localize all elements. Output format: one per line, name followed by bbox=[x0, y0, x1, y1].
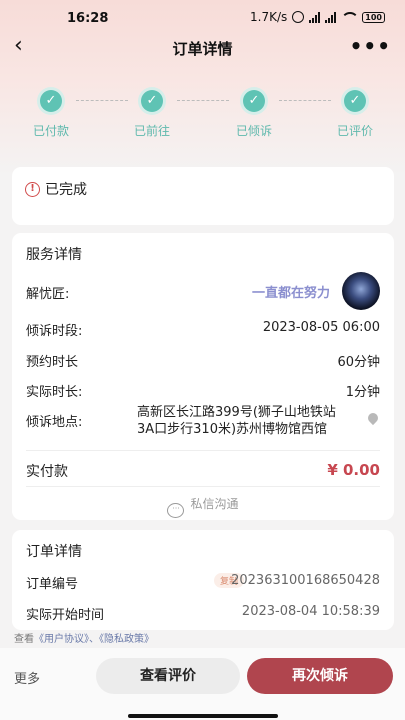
order-number-label: 订单编号 bbox=[26, 577, 79, 592]
more-button[interactable]: 更多 bbox=[14, 668, 40, 687]
agreement-separator: 、 bbox=[89, 634, 99, 645]
network-speed: 1.7K/s bbox=[250, 10, 288, 24]
page-title: 订单详情 bbox=[172, 40, 233, 58]
order-details-card: 订单详情 订单编号 复制 202363100168650428 实际开始时间 2… bbox=[12, 530, 394, 630]
step-label: 已付款 bbox=[32, 124, 69, 138]
status-icons: 1.7K/s 100 bbox=[250, 10, 385, 24]
time-value: 2023-08-05 06:00 bbox=[262, 320, 380, 335]
step-label: 已评价 bbox=[336, 124, 373, 138]
private-message-button[interactable]: ··· 私信沟通 bbox=[12, 495, 394, 518]
alert-icon: ! bbox=[25, 181, 40, 197]
check-icon: ✓ bbox=[141, 90, 163, 112]
check-icon: ✓ bbox=[40, 90, 62, 112]
signal-icon bbox=[325, 11, 337, 23]
chat-bubble-icon: ··· bbox=[167, 503, 185, 518]
start-time-value: 2023-08-04 10:58:39 bbox=[241, 604, 380, 619]
battery-icon: 100 bbox=[362, 11, 385, 23]
time-label: 倾诉时段: bbox=[26, 324, 83, 339]
step-reviewed: ✓ 已评价 bbox=[320, 90, 390, 139]
helper-label: 解忧匠: bbox=[26, 287, 70, 302]
view-review-button[interactable]: 查看评价 bbox=[96, 658, 240, 694]
status-bar: 16:28 1.7K/s 100 bbox=[0, 0, 405, 34]
check-icon: ✓ bbox=[243, 90, 265, 112]
step-label: 已倾诉 bbox=[235, 124, 272, 138]
chat-label: 私信沟通 bbox=[190, 497, 239, 511]
agreement-prefix: 查看 bbox=[14, 634, 34, 645]
step-arrived: ✓ 已前往 bbox=[117, 90, 187, 139]
check-icon: ✓ bbox=[344, 90, 366, 112]
booked-duration-label: 预约时长 bbox=[26, 355, 79, 370]
helper-name[interactable]: 一直都在努力 bbox=[252, 282, 330, 301]
section-title: 服务详情 bbox=[26, 247, 82, 263]
divider bbox=[26, 486, 380, 487]
home-indicator[interactable] bbox=[128, 714, 278, 718]
agreement-links: 查看《用户协议》、《隐私政策》 bbox=[14, 630, 154, 645]
location-pin-icon[interactable] bbox=[365, 410, 381, 426]
actual-duration-value: 1分钟 bbox=[345, 385, 380, 400]
talk-again-button[interactable]: 再次倾诉 bbox=[247, 658, 393, 694]
service-details-card: 服务详情 解忧匠: 一直都在努力 倾诉时段: 2023-08-05 06:00 … bbox=[12, 233, 394, 520]
status-row: ! 已完成 bbox=[25, 179, 87, 199]
more-options-icon[interactable]: ••• bbox=[350, 34, 391, 58]
paid-label: 实付款 bbox=[26, 464, 68, 480]
bottom-action-bar: 更多 查看评价 再次倾诉 bbox=[0, 648, 405, 720]
alarm-icon bbox=[292, 11, 305, 23]
status-time: 16:28 bbox=[67, 11, 109, 26]
divider bbox=[26, 450, 380, 451]
location-value: 高新区长江路399号(狮子山地铁站3A口步行310米)苏州博物馆西馆 bbox=[137, 405, 336, 437]
actual-duration-label: 实际时长: bbox=[26, 385, 83, 400]
step-label: 已前往 bbox=[133, 124, 170, 138]
location-label: 倾诉地点: bbox=[26, 415, 83, 430]
privacy-policy-link[interactable]: 《隐私政策》 bbox=[99, 634, 154, 645]
wifi-icon bbox=[341, 11, 360, 23]
status-text: 已完成 bbox=[45, 182, 87, 198]
order-status-card: ! 已完成 bbox=[12, 167, 394, 225]
start-time-label: 实际开始时间 bbox=[26, 608, 105, 623]
user-agreement-link[interactable]: 《用户协议》 bbox=[34, 634, 89, 645]
signal-icon bbox=[309, 11, 321, 23]
avatar[interactable] bbox=[342, 272, 380, 310]
section-title: 订单详情 bbox=[26, 544, 82, 560]
booked-duration-value: 60分钟 bbox=[337, 355, 380, 370]
paid-amount: ¥ 0.00 bbox=[327, 461, 380, 479]
nav-bar: ‹ 订单详情 ••• bbox=[0, 34, 405, 60]
step-talked: ✓ 已倾诉 bbox=[219, 90, 289, 139]
order-number-value: 202363100168650428 bbox=[231, 573, 380, 588]
step-paid: ✓ 已付款 bbox=[16, 90, 86, 139]
